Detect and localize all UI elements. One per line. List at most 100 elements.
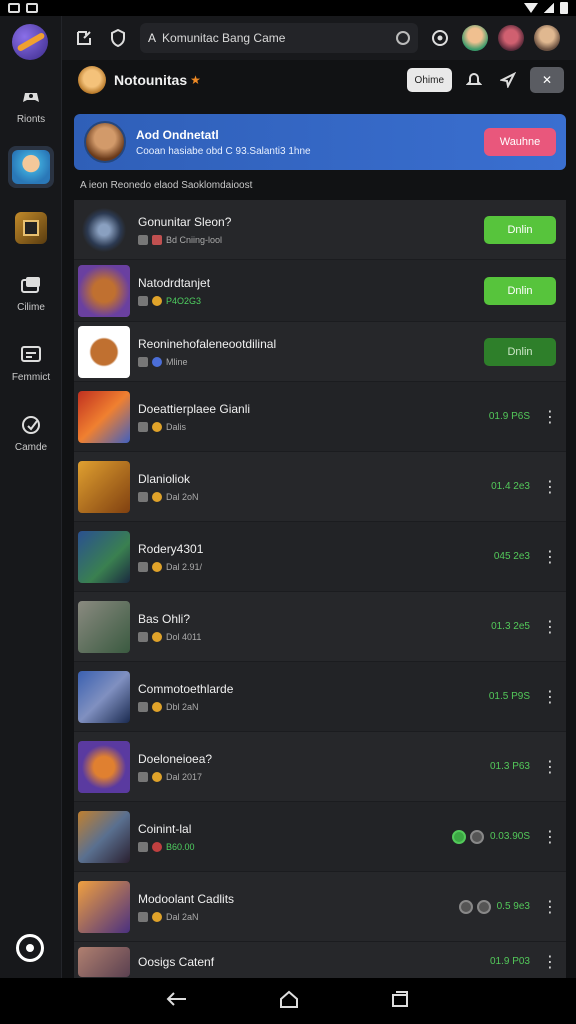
more-options-icon[interactable]: ⋮ [542,952,558,972]
page-title: Notounitas [114,72,188,88]
more-options-icon[interactable]: ⋮ [542,477,558,497]
community-thumbnail [78,325,130,378]
row-score: 01.5 P9S [488,691,530,702]
page-header: Notounitas ★ Ohime ✕ [62,60,576,100]
row-title: Coinint-lal [138,821,192,836]
community-avatar [78,66,106,94]
list-item[interactable]: Gonunitar Sleon? Bd Cniing-lool Dnlin [74,200,566,260]
star-icon: ★ [190,73,201,87]
list-item[interactable]: Natodrdtanjet P4O2G3 Dnlin [74,260,566,322]
row-score: 0.5 9e3 [496,901,530,912]
banner-cta-button[interactable]: Wauhne [484,128,556,156]
list-item[interactable]: Bas Ohli? Dol 4011 01.3 2e5 ⋮ [74,592,566,662]
status-bar [0,0,576,16]
list-item[interactable]: Modoolant Cadlits Dal 2aN 0.5 9e3 ⋮ [74,872,566,942]
avatar[interactable] [534,25,560,51]
list-item[interactable]: Doeattierplaee Gianli Dalis 01.9 P6S ⋮ [74,382,566,452]
shield-icon[interactable] [106,26,130,50]
list-item[interactable]: Reoninehofaleneootdilinal Mline Dnlin [74,322,566,382]
target-icon[interactable] [428,26,452,50]
row-meta: B60.00 [166,841,195,852]
community-thumbnail [78,880,130,933]
game-panel-icon [15,212,47,244]
toggle-icon[interactable] [458,899,473,914]
left-sidebar: Rionts Cilime Femmict Camde [0,16,62,978]
address-bar[interactable]: A Komunitac Bang Came [140,23,418,53]
sidebar-item-rionts[interactable]: Rionts [0,86,62,125]
notification-icon [8,3,20,13]
wifi-icon [524,3,538,13]
row-meta: Dal 2017 [166,771,203,782]
online-button[interactable]: Ohime [406,68,452,92]
row-title: Bas Ohli? [138,611,191,626]
row-title: Doeattierplaee Gianli [138,401,251,416]
join-button[interactable]: Dnlin [484,337,556,366]
row-title: Gonunitar Sleon? [138,214,232,229]
sidebar-item-label: Femmict [11,372,51,383]
more-options-icon[interactable]: ⋮ [542,897,558,917]
join-button[interactable]: Dnlin [484,215,556,244]
battery-icon [560,2,568,14]
sidebar-item-label: Rionts [16,114,46,125]
join-button[interactable]: Dnlin [484,276,556,305]
banner-avatar [84,121,126,163]
sidebar-item-cilime[interactable]: Cilime [0,274,62,313]
compass-icon [20,414,42,436]
row-meta: Dal 2.91/ [166,561,203,572]
reload-icon[interactable] [396,31,410,45]
banner-subtitle: Cooan hasiabe obd C 93.Salanti3 1hne [136,145,311,157]
folder-icon [20,274,42,296]
game-avatar-icon [8,146,54,188]
row-meta: Bd Cniing-lool [166,234,223,245]
toggle-icon[interactable] [469,829,484,844]
community-thumbnail [78,810,130,863]
list-item[interactable]: Doeloneioea? Dal 2017 01.3 P63 ⋮ [74,732,566,802]
row-title: Modoolant Cadlits [138,891,235,906]
row-meta: P4O2G3 [166,295,202,306]
community-thumbnail [78,530,130,583]
sidebar-item-game-1[interactable] [0,146,62,188]
app-logo[interactable] [12,24,48,60]
back-icon[interactable] [166,991,188,1012]
more-options-icon[interactable]: ⋮ [542,757,558,777]
community-thumbnail [78,390,130,443]
community-thumbnail [78,670,130,723]
toggle-icon[interactable] [476,899,491,914]
list-item[interactable]: Rodery4301 Dal 2.91/ 045 2e3 ⋮ [74,522,566,592]
list-item[interactable]: Dlanioliok Dal 2oN 01.4 2e3 ⋮ [74,452,566,522]
more-options-icon[interactable]: ⋮ [542,617,558,637]
sidebar-item-game-2[interactable] [0,212,62,244]
avatar[interactable] [498,25,524,51]
share-icon[interactable] [72,26,96,50]
row-score: 01.3 P63 [489,761,530,772]
chat-icon [20,344,42,366]
list-item[interactable]: Commotoethlarde Dbl 2aN 01.5 P9S ⋮ [74,662,566,732]
home-icon[interactable] [279,990,299,1013]
more-options-icon[interactable]: ⋮ [542,407,558,427]
more-options-icon[interactable]: ⋮ [542,687,558,707]
more-options-icon[interactable]: ⋮ [542,547,558,567]
row-title: Commotoethlarde [138,681,234,696]
row-title: Oosigs Catenf [138,954,215,969]
more-options-icon[interactable]: ⋮ [542,827,558,847]
community-thumbnail [78,600,130,653]
row-score: 0.03.90S [489,831,530,842]
recents-icon[interactable] [390,990,410,1013]
list-item[interactable]: Oosigs Catenf 01.9 P03 ⋮ [74,942,566,982]
row-score: 045 2e3 [493,551,530,562]
list-item[interactable]: Coinint-lal B60.00 0.03.90S ⋮ [74,802,566,872]
row-title: Reoninehofaleneootdilinal [138,336,277,351]
bell-icon[interactable] [462,68,486,92]
system-nav-bar [0,978,576,1024]
close-button[interactable]: ✕ [530,67,564,93]
community-thumbnail [78,203,130,256]
record-button[interactable] [16,934,44,962]
share-icon[interactable] [496,68,520,92]
browser-toolbar: A Komunitac Bang Came [62,16,576,60]
sidebar-item-camde[interactable]: Camde [0,414,62,453]
sidebar-item-femmict[interactable]: Femmict [0,344,62,383]
banner-title: Aod Ondnetatl [136,127,219,142]
avatar[interactable] [462,25,488,51]
toggle-icon[interactable] [451,829,466,844]
promo-banner[interactable]: Aod Ondnetatl Cooan hasiabe obd C 93.Sal… [74,114,566,170]
